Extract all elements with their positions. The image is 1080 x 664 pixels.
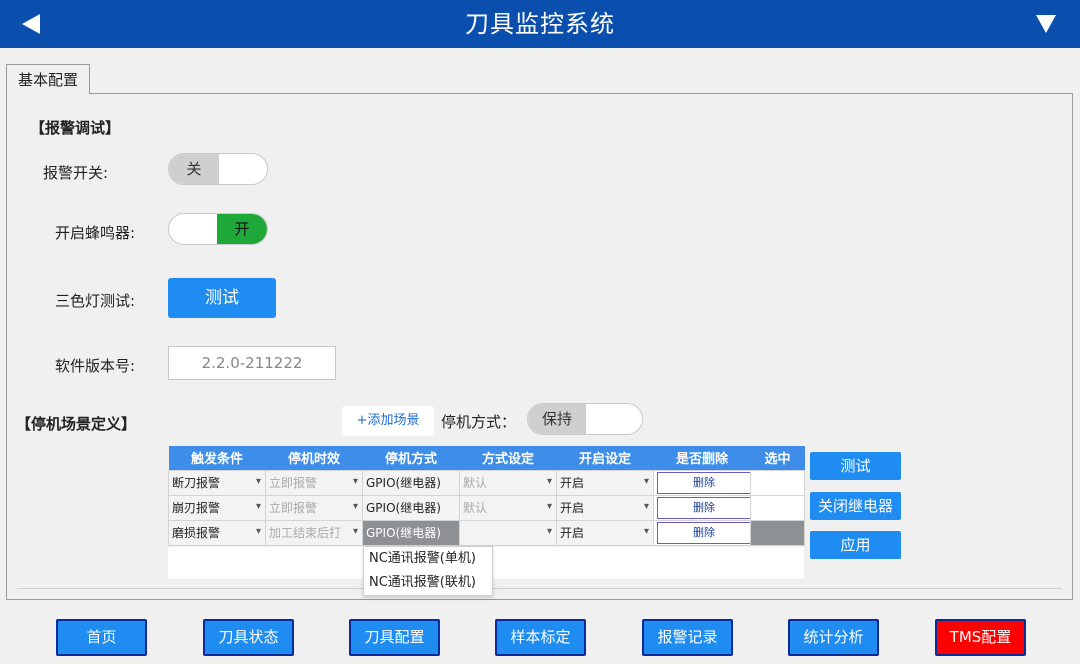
select-cell[interactable] — [750, 494, 805, 521]
stop-scene-heading: 【停机场景定义】 — [16, 415, 137, 433]
add-scene-button[interactable]: +添加场景 — [342, 406, 434, 436]
buzzer-label: 开启蜂鸣器: — [54, 224, 135, 242]
divider — [17, 588, 1062, 589]
alarm-debug-heading: 【报警调试】 — [30, 119, 121, 137]
tab-basic-config[interactable]: 基本配置 — [6, 64, 90, 94]
delete-cell: 删除 — [653, 519, 751, 546]
buzzer-toggle[interactable]: 开 — [168, 213, 268, 245]
timing-select[interactable]: 加工结束后打 — [265, 519, 363, 546]
stop-mode-label: 停机方式： — [441, 413, 517, 431]
light-test-button[interactable]: 测试 — [168, 278, 276, 318]
method-select[interactable]: GPIO(继电器) — [362, 494, 460, 521]
light-test-label: 三色灯测试: — [54, 292, 135, 310]
col-timing: 停机时效 — [265, 446, 363, 470]
col-setting: 方式设定 — [459, 446, 557, 470]
nav-tool-status-button[interactable]: 刀具状态 — [203, 619, 294, 656]
enable-select[interactable]: 开启 — [556, 494, 654, 521]
col-method: 停机方式 — [362, 446, 460, 470]
enable-select[interactable]: 开启 — [556, 519, 654, 546]
setting-select[interactable]: 默认 — [459, 494, 557, 521]
stop-mode-toggle[interactable]: 保持 — [527, 403, 643, 435]
col-trigger: 触发条件 — [168, 446, 266, 470]
setting-select[interactable] — [459, 519, 557, 546]
method-select[interactable]: GPIO(继电器) — [362, 469, 460, 496]
delete-button[interactable]: 删除 — [657, 471, 750, 494]
col-delete: 是否删除 — [653, 446, 751, 470]
alarm-switch-toggle[interactable]: 关 — [168, 153, 268, 185]
scene-test-button[interactable]: 测试 — [810, 452, 901, 480]
apply-button[interactable]: 应用 — [810, 531, 901, 559]
nav-sample-calibration-button[interactable]: 样本标定 — [495, 619, 586, 656]
delete-button[interactable]: 删除 — [657, 496, 750, 519]
delete-cell: 删除 — [653, 494, 751, 521]
method-dropdown-list: NC通讯报警(单机) NC通讯报警(联机) — [363, 546, 493, 596]
dropdown-menu-icon[interactable] — [1036, 15, 1056, 33]
alarm-switch-state: 关 — [169, 154, 219, 184]
col-enable: 开启设定 — [556, 446, 654, 470]
stop-mode-state: 保持 — [528, 404, 586, 434]
version-value: 2.2.0-211222 — [168, 346, 336, 380]
dropdown-option-nc-network[interactable]: NC通讯报警(联机) — [364, 571, 492, 595]
table-row: 磨损报警 加工结束后打 GPIO(继电器) 开启 删除 — [168, 519, 805, 546]
table-header-row: 触发条件 停机时效 停机方式 方式设定 开启设定 是否删除 选中 — [168, 446, 805, 470]
timing-select[interactable]: 立即报警 — [265, 469, 363, 496]
enable-select[interactable]: 开启 — [556, 469, 654, 496]
delete-button[interactable]: 删除 — [657, 521, 750, 544]
table-row: 崩刃报警 立即报警 GPIO(继电器) 默认 开启 删除 — [168, 494, 805, 521]
table-row: 断刀报警 立即报警 GPIO(继电器) 默认 开启 删除 — [168, 469, 805, 496]
version-label: 软件版本号: — [54, 357, 135, 375]
dropdown-option-nc-single[interactable]: NC通讯报警(单机) — [364, 547, 492, 571]
select-cell-selected[interactable] — [750, 519, 805, 546]
nav-alarm-log-button[interactable]: 报警记录 — [642, 619, 733, 656]
stop-scene-table: 触发条件 停机时效 停机方式 方式设定 开启设定 是否删除 选中 断刀报警 立即… — [168, 446, 805, 546]
trigger-select[interactable]: 断刀报警 — [168, 469, 266, 496]
select-cell[interactable] — [750, 469, 805, 496]
nav-tms-config-button[interactable]: TMS配置 — [935, 619, 1026, 656]
nav-home-button[interactable]: 首页 — [56, 619, 147, 656]
method-select-open[interactable]: GPIO(继电器) — [362, 519, 460, 546]
col-select: 选中 — [750, 446, 805, 470]
timing-select[interactable]: 立即报警 — [265, 494, 363, 521]
nav-tool-config-button[interactable]: 刀具配置 — [349, 619, 440, 656]
buzzer-state: 开 — [217, 214, 267, 244]
alarm-switch-label: 报警开关: — [42, 164, 108, 182]
app-title: 刀具监控系统 — [465, 10, 615, 38]
trigger-select[interactable]: 崩刃报警 — [168, 494, 266, 521]
title-bar: 刀具监控系统 — [0, 0, 1080, 48]
delete-cell: 删除 — [653, 469, 751, 496]
nav-statistics-button[interactable]: 统计分析 — [788, 619, 879, 656]
close-relay-button[interactable]: 关闭继电器 — [810, 492, 901, 520]
trigger-select[interactable]: 磨损报警 — [168, 519, 266, 546]
setting-select[interactable]: 默认 — [459, 469, 557, 496]
